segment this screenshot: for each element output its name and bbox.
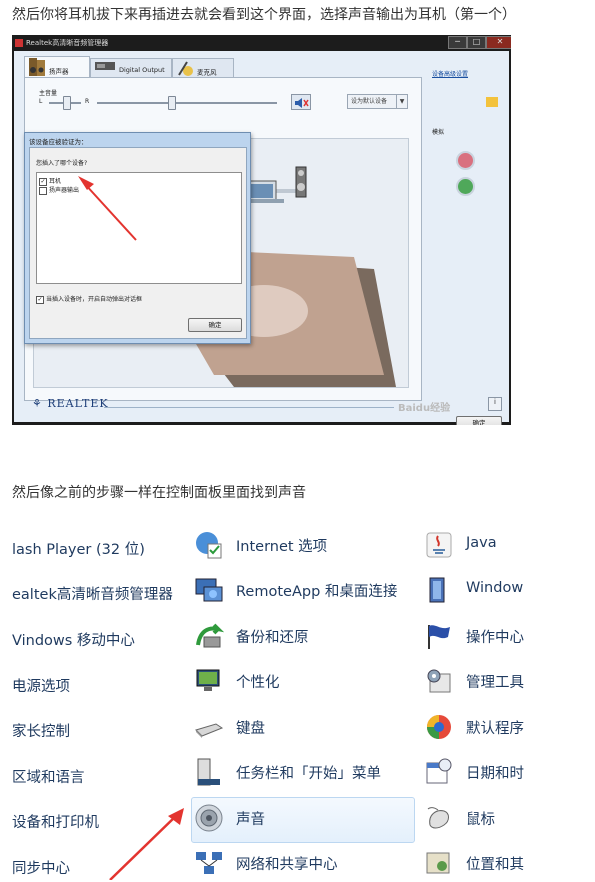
cp-label: Vindows 移动中心	[12, 633, 135, 649]
cp-label: ealtek高清晰音频管理器	[12, 587, 173, 603]
cp-label: 个性化	[236, 675, 280, 691]
keyboard-icon	[195, 723, 224, 738]
java-icon	[426, 532, 452, 558]
red-arrow-icon	[109, 808, 184, 880]
personalize-icon	[196, 669, 220, 691]
cp-label: RemoteApp 和桌面连接	[236, 584, 398, 600]
cp-label: Window	[466, 580, 524, 596]
internet-options-icon	[196, 532, 222, 559]
cp-label: 操作中心	[466, 630, 524, 646]
cp-label: 键盘	[236, 721, 265, 737]
cp-label: Java	[466, 535, 497, 551]
cp-label: 管理工具	[466, 675, 524, 691]
default-programs-icon	[427, 715, 451, 739]
remoteapp-icon	[195, 578, 223, 602]
red-arrow-icon	[78, 176, 137, 241]
flag-icon	[428, 625, 450, 649]
cp-label: 备份和还原	[236, 630, 309, 646]
admin-tools-icon	[427, 669, 451, 693]
caption-middle: 然后像之前的步骤一样在控制面板里面找到声音	[12, 485, 306, 501]
windows-cardspace-icon	[429, 577, 445, 603]
cp-label: 默认程序	[466, 721, 524, 737]
backup-icon	[196, 623, 224, 648]
cp-label: lash Player (32 位)	[12, 542, 145, 558]
cp-label: 家长控制	[12, 724, 70, 740]
cp-label: Internet 选项	[236, 539, 328, 555]
realtek-window: Realtek高清晰音频管理器 ─ □ ✕ 扬声器 Digital Output…	[12, 35, 511, 425]
cp-label: 电源选项	[12, 679, 70, 695]
caption-top: 然后你将耳机拔下来再插进去就会看到这个界面，选择声音输出为耳机（第一个）	[12, 7, 516, 23]
